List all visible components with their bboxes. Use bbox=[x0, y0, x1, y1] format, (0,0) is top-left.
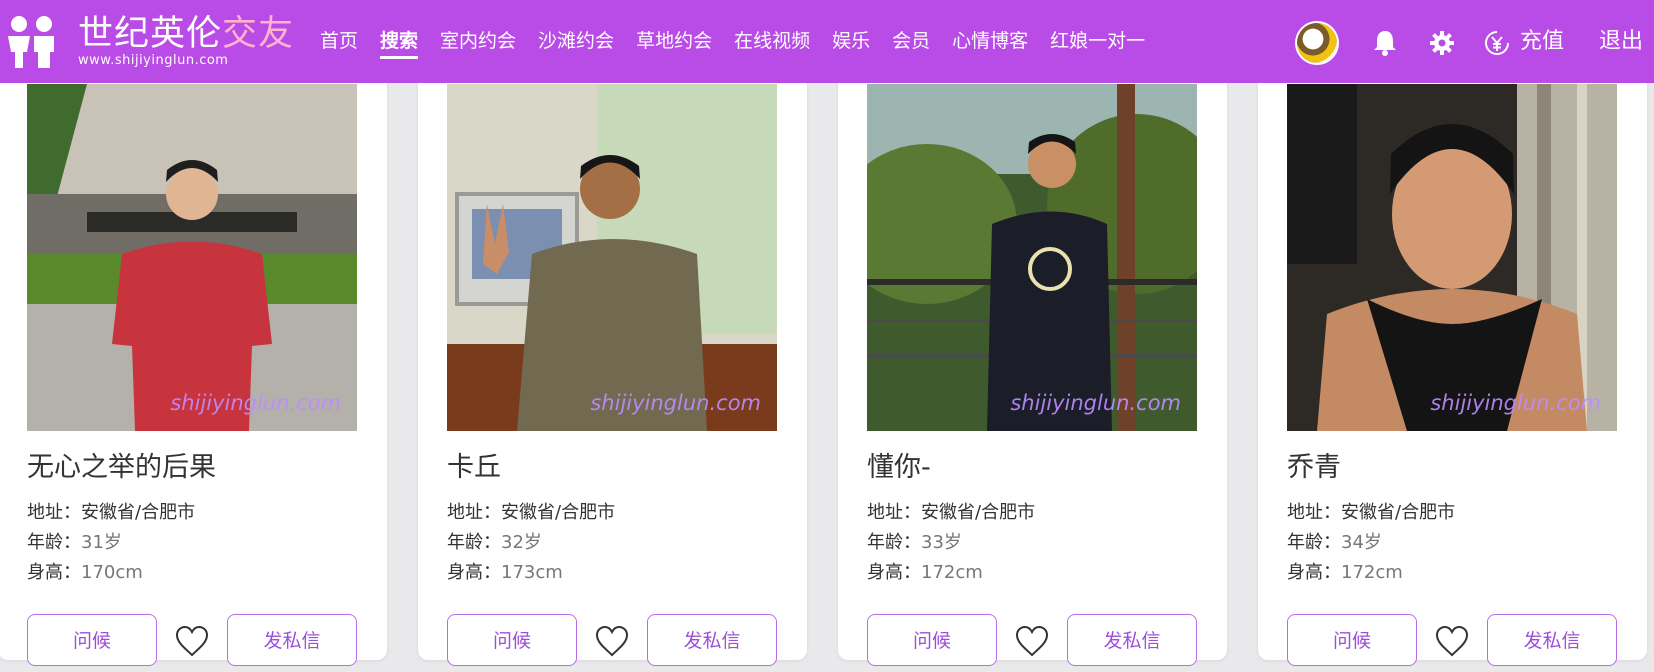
heart-icon[interactable] bbox=[1434, 624, 1470, 658]
send-message-button[interactable]: 发私信 bbox=[647, 614, 777, 666]
heart-icon[interactable] bbox=[594, 624, 630, 658]
greet-button[interactable]: 问候 bbox=[867, 614, 997, 666]
heart-icon[interactable] bbox=[174, 624, 210, 658]
profile-card: shijiyinglun.com 卡丘 地址：安徽省/合肥市 年龄：32岁 身高… bbox=[418, 40, 807, 666]
site-logo[interactable]: 世纪英伦交友 www.shijiyinglun.com bbox=[78, 14, 294, 68]
logo-title: 世纪英伦交友 bbox=[78, 14, 295, 54]
profile-age: 年龄：34岁 bbox=[1287, 532, 1382, 553]
photo-watermark: shijiyinglun.com bbox=[1010, 391, 1181, 415]
photo-watermark: shijiyinglun.com bbox=[1430, 391, 1601, 415]
nav-online-video[interactable]: 在线视频 bbox=[734, 0, 810, 83]
profile-name[interactable]: 懂你- bbox=[867, 445, 931, 484]
recharge-link[interactable]: 充值 bbox=[1520, 28, 1564, 56]
profile-height: 身高：173cm bbox=[447, 562, 563, 583]
profile-photo[interactable]: shijiyinglun.com bbox=[27, 84, 357, 431]
profile-name[interactable]: 卡丘 bbox=[447, 445, 501, 484]
greet-button[interactable]: 问候 bbox=[447, 614, 577, 666]
photo-watermark: shijiyinglun.com bbox=[170, 391, 341, 415]
bell-icon[interactable] bbox=[1370, 28, 1400, 58]
nav-mood-blog[interactable]: 心情博客 bbox=[952, 0, 1028, 83]
profile-age: 年龄：33岁 bbox=[867, 532, 962, 553]
heart-icon[interactable] bbox=[1014, 624, 1050, 658]
greet-button[interactable]: 问候 bbox=[1287, 614, 1417, 666]
profile-card: shijiyinglun.com 懂你- 地址：安徽省/合肥市 年龄：33岁 身… bbox=[838, 40, 1227, 666]
profile-name[interactable]: 无心之举的后果 bbox=[27, 445, 216, 484]
profile-photo[interactable]: shijiyinglun.com bbox=[447, 84, 777, 431]
avatar[interactable] bbox=[1297, 23, 1337, 63]
photo-watermark: shijiyinglun.com bbox=[590, 391, 761, 415]
profile-height: 身高：172cm bbox=[1287, 562, 1403, 583]
profile-height: 身高：170cm bbox=[27, 562, 143, 583]
send-message-button[interactable]: 发私信 bbox=[1067, 614, 1197, 666]
profile-address: 地址：安徽省/合肥市 bbox=[867, 502, 1036, 523]
nav-search[interactable]: 搜索 bbox=[380, 0, 419, 83]
logout-link[interactable]: 退出 bbox=[1599, 28, 1643, 56]
profile-photo[interactable]: shijiyinglun.com bbox=[1287, 84, 1617, 431]
profile-address: 地址：安徽省/合肥市 bbox=[447, 502, 616, 523]
profile-age: 年龄：31岁 bbox=[27, 532, 122, 553]
greet-button[interactable]: 问候 bbox=[27, 614, 157, 666]
yen-icon[interactable] bbox=[1482, 28, 1512, 58]
nav-membership[interactable]: 会员 bbox=[892, 0, 930, 83]
send-message-button[interactable]: 发私信 bbox=[227, 614, 357, 666]
profile-address: 地址：安徽省/合肥市 bbox=[27, 502, 196, 523]
main-nav: 首页 搜索 室内约会 沙滩约会 草地约会 在线视频 娱乐 会员 心情博客 红娘一… bbox=[320, 0, 1167, 83]
top-navigation-bar: 世纪英伦交友 www.shijiyinglun.com 首页 搜索 室内约会 沙… bbox=[0, 0, 1654, 83]
nav-matchmaker[interactable]: 红娘一对一 bbox=[1050, 0, 1145, 83]
nav-lawn-date[interactable]: 草地约会 bbox=[636, 0, 712, 83]
nav-beach-date[interactable]: 沙滩约会 bbox=[538, 0, 614, 83]
nav-entertainment[interactable]: 娱乐 bbox=[832, 0, 870, 83]
profile-age: 年龄：32岁 bbox=[447, 532, 542, 553]
profile-name[interactable]: 乔青 bbox=[1287, 445, 1341, 484]
logo-url: www.shijiyinglun.com bbox=[78, 53, 229, 68]
nav-home[interactable]: 首页 bbox=[320, 0, 358, 83]
profile-card: shijiyinglun.com 乔青 地址：安徽省/合肥市 年龄：34岁 身高… bbox=[1258, 40, 1647, 666]
nav-indoor-date[interactable]: 室内约会 bbox=[440, 0, 516, 83]
send-message-button[interactable]: 发私信 bbox=[1487, 614, 1617, 666]
gear-icon[interactable] bbox=[1427, 28, 1457, 58]
couple-logo-icon[interactable] bbox=[6, 14, 58, 70]
profile-address: 地址：安徽省/合肥市 bbox=[1287, 502, 1456, 523]
profile-height: 身高：172cm bbox=[867, 562, 983, 583]
profile-photo[interactable]: shijiyinglun.com bbox=[867, 84, 1197, 431]
profile-card: shijiyinglun.com 无心之举的后果 地址：安徽省/合肥市 年龄：3… bbox=[0, 40, 387, 666]
